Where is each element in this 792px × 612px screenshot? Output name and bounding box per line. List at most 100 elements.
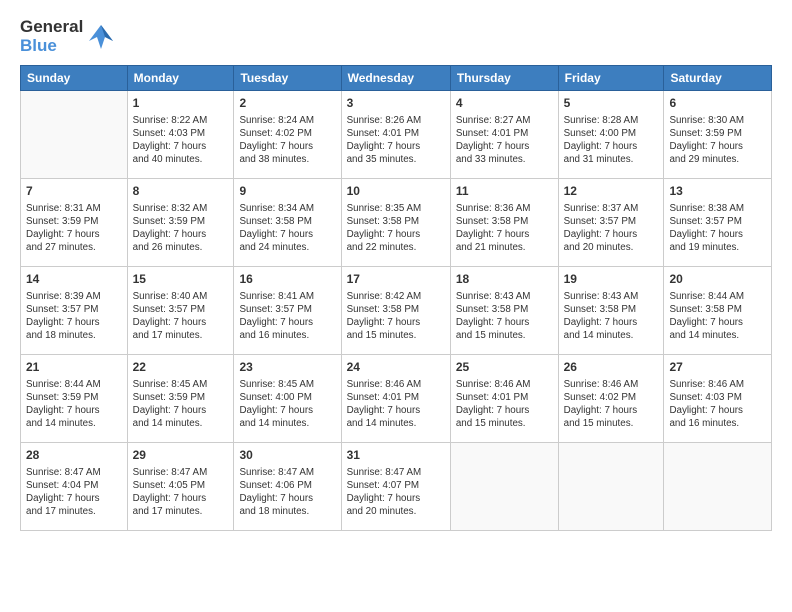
day-number: 7 (26, 183, 122, 199)
day-number: 13 (669, 183, 766, 199)
day-cell: 26Sunrise: 8:46 AM Sunset: 4:02 PM Dayli… (558, 355, 664, 443)
day-number: 31 (347, 447, 445, 463)
day-number: 23 (239, 359, 335, 375)
logo-inner: General Blue (20, 18, 115, 55)
day-number: 18 (456, 271, 553, 287)
day-info: Sunrise: 8:38 AM Sunset: 3:57 PM Dayligh… (669, 202, 766, 255)
logo-bird-icon (87, 23, 115, 51)
day-cell: 7 Sunrise: 8:31 AM Sunset: 3:59 PM Daylig… (21, 179, 128, 267)
day-info: Sunrise: 8:41 AM Sunset: 3:57 PM Dayligh… (239, 290, 335, 343)
header: General Blue (20, 18, 772, 55)
day-info: Sunrise: 8:26 AM Sunset: 4:01 PM Dayligh… (347, 114, 445, 167)
day-info: Sunrise: 8:24 AM Sunset: 4:02 PM Dayligh… (239, 114, 335, 167)
day-cell (450, 443, 558, 531)
day-number: 15 (133, 271, 229, 287)
day-cell: 10Sunrise: 8:35 AM Sunset: 3:58 PM Dayli… (341, 179, 450, 267)
week-row-2: 7 Sunrise: 8:31 AM Sunset: 3:59 PM Daylig… (21, 179, 772, 267)
day-cell: 11 Sunrise: 8:36 AM Sunset: 3:58 PM Dayli… (450, 179, 558, 267)
day-cell (21, 91, 128, 179)
day-info: Sunrise: 8:40 AM Sunset: 3:57 PM Dayligh… (133, 290, 229, 343)
day-number: 3 (347, 95, 445, 111)
day-info: Sunrise: 8:47 AM Sunset: 4:07 PM Dayligh… (347, 466, 445, 519)
logo: General Blue (20, 18, 115, 55)
day-number: 29 (133, 447, 229, 463)
day-cell: 19 Sunrise: 8:43 AM Sunset: 3:58 PM Dayli… (558, 267, 664, 355)
day-cell: 17 Sunrise: 8:42 AM Sunset: 3:58 PM Dayli… (341, 267, 450, 355)
week-row-5: 28Sunrise: 8:47 AM Sunset: 4:04 PM Dayli… (21, 443, 772, 531)
week-row-3: 14Sunrise: 8:39 AM Sunset: 3:57 PM Dayli… (21, 267, 772, 355)
day-info: Sunrise: 8:47 AM Sunset: 4:05 PM Dayligh… (133, 466, 229, 519)
day-info: Sunrise: 8:44 AM Sunset: 3:58 PM Dayligh… (669, 290, 766, 343)
day-cell: 20 Sunrise: 8:44 AM Sunset: 3:58 PM Dayli… (664, 267, 772, 355)
day-cell: 27Sunrise: 8:46 AM Sunset: 4:03 PM Dayli… (664, 355, 772, 443)
day-number: 20 (669, 271, 766, 287)
day-number: 28 (26, 447, 122, 463)
day-cell (664, 443, 772, 531)
day-info: Sunrise: 8:31 AM Sunset: 3:59 PM Dayligh… (26, 202, 122, 255)
day-info: Sunrise: 8:43 AM Sunset: 3:58 PM Dayligh… (456, 290, 553, 343)
day-cell: 18 Sunrise: 8:43 AM Sunset: 3:58 PM Dayli… (450, 267, 558, 355)
day-info: Sunrise: 8:45 AM Sunset: 4:00 PM Dayligh… (239, 378, 335, 431)
header-row: SundayMondayTuesdayWednesdayThursdayFrid… (21, 66, 772, 91)
day-cell: 16 Sunrise: 8:41 AM Sunset: 3:57 PM Dayli… (234, 267, 341, 355)
day-number: 30 (239, 447, 335, 463)
day-number: 21 (26, 359, 122, 375)
day-cell: 25 Sunrise: 8:46 AM Sunset: 4:01 PM Dayli… (450, 355, 558, 443)
day-info: Sunrise: 8:34 AM Sunset: 3:58 PM Dayligh… (239, 202, 335, 255)
day-cell: 3 Sunrise: 8:26 AM Sunset: 4:01 PM Daylig… (341, 91, 450, 179)
day-info: Sunrise: 8:45 AM Sunset: 3:59 PM Dayligh… (133, 378, 229, 431)
day-number: 16 (239, 271, 335, 287)
day-info: Sunrise: 8:47 AM Sunset: 4:06 PM Dayligh… (239, 466, 335, 519)
day-cell: 2Sunrise: 8:24 AM Sunset: 4:02 PM Daylig… (234, 91, 341, 179)
calendar-table: SundayMondayTuesdayWednesdayThursdayFrid… (20, 65, 772, 531)
day-cell: 21 Sunrise: 8:44 AM Sunset: 3:59 PM Dayli… (21, 355, 128, 443)
calendar-body: 1Sunrise: 8:22 AM Sunset: 4:03 PM Daylig… (21, 91, 772, 531)
day-cell: 31 Sunrise: 8:47 AM Sunset: 4:07 PM Dayli… (341, 443, 450, 531)
day-cell: 22Sunrise: 8:45 AM Sunset: 3:59 PM Dayli… (127, 355, 234, 443)
day-info: Sunrise: 8:37 AM Sunset: 3:57 PM Dayligh… (564, 202, 659, 255)
header-cell-tuesday: Tuesday (234, 66, 341, 91)
day-cell: 24 Sunrise: 8:46 AM Sunset: 4:01 PM Dayli… (341, 355, 450, 443)
day-number: 24 (347, 359, 445, 375)
day-info: Sunrise: 8:32 AM Sunset: 3:59 PM Dayligh… (133, 202, 229, 255)
day-cell (558, 443, 664, 531)
day-info: Sunrise: 8:28 AM Sunset: 4:00 PM Dayligh… (564, 114, 659, 167)
logo-text-block: General Blue (20, 18, 83, 55)
day-info: Sunrise: 8:39 AM Sunset: 3:57 PM Dayligh… (26, 290, 122, 343)
logo-blue: Blue (20, 37, 83, 56)
header-cell-monday: Monday (127, 66, 234, 91)
day-number: 11 (456, 183, 553, 199)
day-number: 25 (456, 359, 553, 375)
day-cell: 6 Sunrise: 8:30 AM Sunset: 3:59 PM Daylig… (664, 91, 772, 179)
day-cell: 9Sunrise: 8:34 AM Sunset: 3:58 PM Daylig… (234, 179, 341, 267)
day-info: Sunrise: 8:42 AM Sunset: 3:58 PM Dayligh… (347, 290, 445, 343)
day-number: 19 (564, 271, 659, 287)
day-number: 6 (669, 95, 766, 111)
day-number: 5 (564, 95, 659, 111)
day-info: Sunrise: 8:35 AM Sunset: 3:58 PM Dayligh… (347, 202, 445, 255)
day-cell: 15 Sunrise: 8:40 AM Sunset: 3:57 PM Dayli… (127, 267, 234, 355)
day-number: 4 (456, 95, 553, 111)
day-info: Sunrise: 8:30 AM Sunset: 3:59 PM Dayligh… (669, 114, 766, 167)
logo-general: General (20, 18, 83, 37)
day-cell: 8 Sunrise: 8:32 AM Sunset: 3:59 PM Daylig… (127, 179, 234, 267)
page-container: General Blue SundayMondayTuesdayWednesda… (0, 0, 792, 541)
day-cell: 4Sunrise: 8:27 AM Sunset: 4:01 PM Daylig… (450, 91, 558, 179)
header-cell-wednesday: Wednesday (341, 66, 450, 91)
day-cell: 23 Sunrise: 8:45 AM Sunset: 4:00 PM Dayli… (234, 355, 341, 443)
day-number: 27 (669, 359, 766, 375)
week-row-4: 21 Sunrise: 8:44 AM Sunset: 3:59 PM Dayli… (21, 355, 772, 443)
header-cell-sunday: Sunday (21, 66, 128, 91)
day-cell: 5 Sunrise: 8:28 AM Sunset: 4:00 PM Daylig… (558, 91, 664, 179)
day-number: 26 (564, 359, 659, 375)
day-info: Sunrise: 8:46 AM Sunset: 4:01 PM Dayligh… (347, 378, 445, 431)
day-cell: 13 Sunrise: 8:38 AM Sunset: 3:57 PM Dayli… (664, 179, 772, 267)
day-number: 8 (133, 183, 229, 199)
header-cell-friday: Friday (558, 66, 664, 91)
day-cell: 29 Sunrise: 8:47 AM Sunset: 4:05 PM Dayli… (127, 443, 234, 531)
day-info: Sunrise: 8:44 AM Sunset: 3:59 PM Dayligh… (26, 378, 122, 431)
day-info: Sunrise: 8:43 AM Sunset: 3:58 PM Dayligh… (564, 290, 659, 343)
day-info: Sunrise: 8:36 AM Sunset: 3:58 PM Dayligh… (456, 202, 553, 255)
day-info: Sunrise: 8:46 AM Sunset: 4:01 PM Dayligh… (456, 378, 553, 431)
day-number: 17 (347, 271, 445, 287)
